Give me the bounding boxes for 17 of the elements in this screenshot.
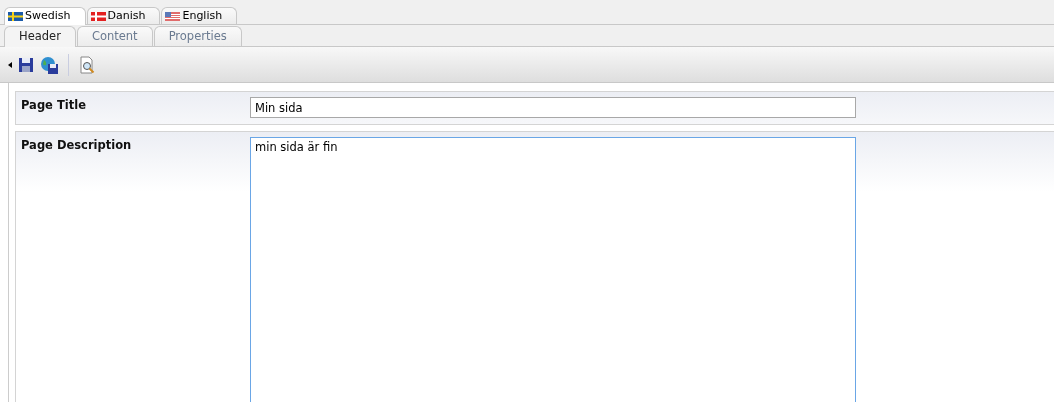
language-tab[interactable]: Danish — [86, 7, 161, 24]
description-field[interactable]: min sida är fin — [250, 137, 856, 402]
language-tab[interactable]: Swedish — [4, 7, 86, 25]
flag-icon — [90, 11, 106, 21]
field-label: Page Title — [21, 97, 87, 114]
language-tab[interactable]: English — [161, 7, 238, 24]
section-tab[interactable]: Content — [76, 26, 153, 46]
field-label: Page Description — [21, 137, 133, 154]
collapse-arrow-icon[interactable] — [8, 61, 12, 68]
title-field[interactable]: Min sida — [250, 97, 856, 118]
save-icon[interactable] — [18, 56, 34, 73]
flag-icon — [8, 12, 23, 21]
section-tab[interactable]: Header — [4, 26, 76, 47]
preview-icon[interactable] — [79, 55, 96, 74]
flag-icon — [165, 11, 181, 21]
globe-save-icon[interactable] — [40, 55, 58, 74]
section-tab[interactable]: Properties — [153, 26, 242, 46]
